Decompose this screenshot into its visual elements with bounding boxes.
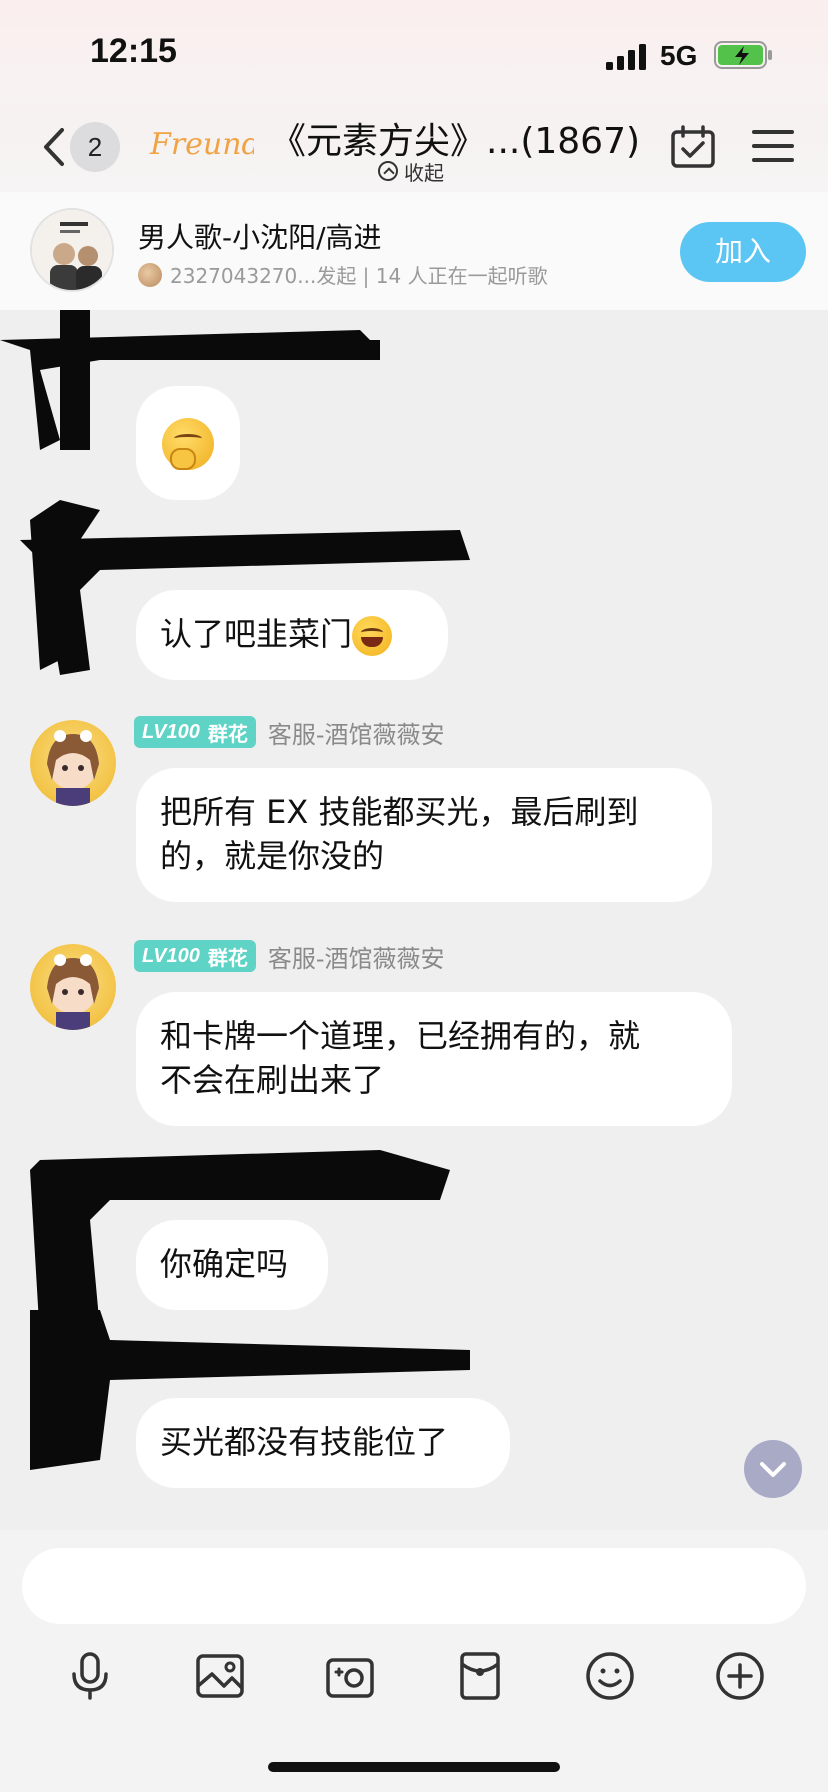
message-bubble[interactable]: 你确定吗 xyxy=(136,1220,328,1310)
redaction-scribble xyxy=(0,310,380,450)
listen-meta: 2327043270...发起 | 14 人正在一起听歌 xyxy=(138,260,548,289)
status-bar: 12:15 5G xyxy=(0,0,828,104)
level-badge: LV100 群花 xyxy=(134,716,256,748)
group-logo: Freunde xyxy=(149,127,254,162)
status-time: 12:15 xyxy=(90,32,177,70)
plus-icon[interactable] xyxy=(714,1650,766,1702)
chat-header: 2 Freunde 《元素方尖》...(1867) 收起 xyxy=(0,104,828,192)
message-text: 认了吧韭菜门 xyxy=(160,615,353,653)
message-bubble[interactable]: 买光都没有技能位了 xyxy=(136,1398,510,1488)
battery-charging-icon xyxy=(714,41,772,69)
collapse-label: 收起 xyxy=(404,160,444,185)
home-indicator[interactable] xyxy=(268,1762,560,1772)
input-toolbar xyxy=(0,1650,828,1730)
listen-together-bar[interactable]: 男人歌-小沈阳/高进 2327043270...发起 | 14 人正在一起听歌 … xyxy=(0,192,828,310)
level-badge: LV100 群花 xyxy=(134,940,256,972)
group-title[interactable]: 《元素方尖》...(1867) xyxy=(270,112,640,164)
song-cover-image[interactable] xyxy=(30,208,114,292)
avatar[interactable] xyxy=(30,944,116,1030)
message-bubble[interactable]: 认了吧韭菜门 xyxy=(136,590,448,680)
camera-icon[interactable] xyxy=(324,1650,376,1702)
signal-icon xyxy=(606,44,646,70)
hushed-face-emoji xyxy=(162,418,214,470)
chevron-down-icon xyxy=(760,1462,786,1477)
album-art-icon xyxy=(32,210,112,290)
message-text: 买光都没有技能位了 xyxy=(160,1423,449,1461)
menu-icon[interactable] xyxy=(752,128,794,164)
song-title: 男人歌-小沈阳/高进 xyxy=(138,221,382,254)
message-line: 的，就是你没的 xyxy=(160,837,385,875)
red-packet-icon[interactable] xyxy=(454,1650,506,1702)
message-bubble[interactable]: 和卡牌一个道理，已经拥有的，就 不会在刷出来了 xyxy=(136,992,732,1126)
unread-count-badge[interactable]: 2 xyxy=(70,122,120,172)
character-avatar-icon xyxy=(47,954,99,1030)
role-label: 群花 xyxy=(207,945,248,970)
sender-name[interactable]: 客服-酒馆薇薇安 xyxy=(268,939,445,974)
message-text: 你确定吗 xyxy=(160,1245,289,1283)
checkin-calendar-icon[interactable] xyxy=(670,124,716,170)
input-area xyxy=(0,1530,828,1792)
grinning-squint-emoji xyxy=(352,616,393,656)
scroll-to-bottom-button[interactable] xyxy=(744,1440,802,1498)
avatar[interactable] xyxy=(30,720,116,806)
message-bubble[interactable] xyxy=(136,386,240,500)
message-list[interactable]: 认了吧韭菜门 LV100 群花 客服-酒馆薇薇安 把所有 EX 技能都买光，最后… xyxy=(0,310,828,1530)
network-label: 5G xyxy=(660,40,698,71)
collapse-toggle[interactable]: 收起 xyxy=(378,156,444,186)
message-line: 和卡牌一个道理，已经拥有的，就 xyxy=(160,1017,641,1055)
microphone-icon[interactable] xyxy=(64,1650,116,1702)
level-label: LV100 xyxy=(142,720,200,743)
message-input[interactable] xyxy=(22,1548,806,1624)
sender-row: LV100 群花 客服-酒馆薇薇安 xyxy=(134,938,445,974)
join-listen-button[interactable]: 加入 xyxy=(680,222,806,282)
character-avatar-icon xyxy=(47,730,99,806)
starter-avatar xyxy=(138,262,162,287)
message-bubble[interactable]: 把所有 EX 技能都买光，最后刷到 的，就是你没的 xyxy=(136,768,712,902)
image-icon[interactable] xyxy=(194,1650,246,1702)
message-line: 不会在刷出来了 xyxy=(160,1061,385,1099)
group-logo-text: Freunde xyxy=(149,127,254,162)
collapse-up-icon xyxy=(378,161,398,181)
role-label: 群花 xyxy=(207,721,248,746)
emoji-icon[interactable] xyxy=(584,1650,636,1702)
level-label: LV100 xyxy=(142,944,200,967)
sender-name[interactable]: 客服-酒馆薇薇安 xyxy=(268,715,445,750)
sender-row: LV100 群花 客服-酒馆薇薇安 xyxy=(134,714,445,750)
listen-meta-text: 2327043270...发起 | 14 人正在一起听歌 xyxy=(170,264,548,288)
message-line: 把所有 EX 技能都买光，最后刷到 xyxy=(160,793,639,831)
